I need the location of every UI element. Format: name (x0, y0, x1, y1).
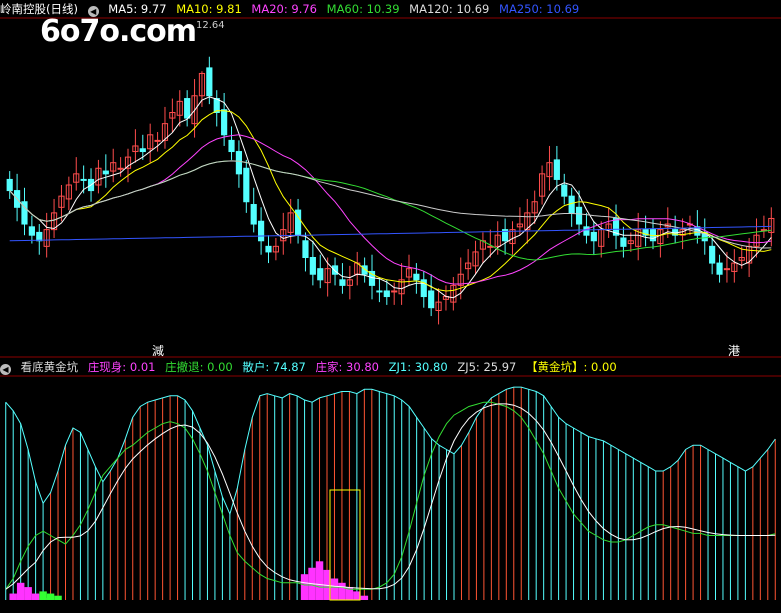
ma250-value: MA250: 10.69 (499, 2, 580, 16)
marker-right: 港 (728, 344, 741, 358)
candle-body (391, 290, 398, 293)
candle-body (139, 148, 146, 153)
candle-body (620, 237, 627, 247)
zhuang-bar (31, 593, 40, 600)
main-chart-header: 岭南控股(日线) ◀ MA5: 9.77 MA10: 9.81 MA20: 9.… (0, 0, 781, 18)
candle-body (228, 139, 235, 153)
watermark-logo: 6o7o.com (40, 14, 197, 49)
candle-body (184, 98, 191, 119)
zhuang-bar (338, 582, 346, 600)
zhuang-bar (300, 574, 309, 600)
candle-body (568, 195, 575, 214)
candle-body (590, 231, 597, 242)
ma5-line (9, 96, 772, 299)
san-hu-value: 散户: 74.87 (242, 360, 306, 374)
candle-body (154, 139, 161, 142)
candle-body (309, 257, 316, 275)
candle-body (716, 262, 723, 275)
zj1-value: ZJ1: 30.80 (388, 360, 448, 374)
ma60-value: MA60: 10.39 (326, 2, 400, 16)
peak-price-label: 12.64 (196, 20, 225, 31)
kline-chart[interactable] (0, 0, 781, 613)
candle-body (258, 220, 265, 242)
candle-body (250, 204, 257, 225)
zhuang-bar (360, 595, 369, 600)
candle-body (206, 67, 213, 97)
zhuang-bar (9, 593, 17, 600)
zhuang-bar (315, 561, 324, 600)
candle-body (221, 109, 228, 136)
green-bar (46, 593, 55, 600)
marker-left: 減 (152, 344, 165, 358)
candle-body (331, 265, 339, 275)
zhuang-bar (24, 587, 32, 600)
zhuang-bar (353, 591, 361, 600)
candle-body (709, 245, 716, 264)
zhuang-bar (16, 582, 25, 600)
candle-body (317, 268, 324, 281)
zj5-line (5, 403, 776, 590)
san-hu-line (5, 386, 776, 516)
candle-body (235, 151, 243, 175)
candle-body (6, 178, 13, 192)
candle-body (575, 206, 583, 225)
zhuang-xian-value: 庄现身: 0.01 (87, 360, 156, 374)
candle-body (428, 290, 435, 309)
candle-body (265, 245, 272, 253)
candle-body (36, 231, 43, 242)
ma-toggle-icon[interactable]: ◀ (87, 6, 99, 17)
ma120-line (9, 160, 772, 249)
candle-body (102, 170, 109, 175)
green-bar (39, 591, 47, 600)
candle-body (80, 178, 87, 181)
candle-body (339, 279, 346, 286)
zhuang-jia-value: 庄家: 30.80 (315, 360, 379, 374)
ma120-value: MA120: 10.69 (409, 2, 490, 16)
candle-body (413, 273, 420, 281)
ma20-value: MA20: 9.76 (251, 2, 317, 16)
stock-name: 岭南控股(日线) (0, 2, 78, 16)
candle-body (302, 240, 309, 258)
zj5-value: ZJ5: 25.97 (457, 360, 517, 374)
zhuang-jia-line (5, 401, 776, 590)
ma10-value: MA10: 9.81 (176, 2, 242, 16)
ma10-line (9, 110, 772, 292)
ma60-line (9, 160, 772, 261)
ma20-line (9, 134, 772, 285)
green-bar (54, 595, 62, 600)
indicator-toggle-icon[interactable]: ◀ (0, 364, 11, 375)
indicator-name: 看底黄金坑 (20, 360, 79, 374)
candle-body (376, 290, 383, 293)
candle-body (383, 290, 390, 298)
candle-body (561, 184, 568, 197)
gold-pit-value: 【黄金坑】: 0.00 (526, 360, 617, 374)
candle-body (553, 159, 560, 180)
ma5-value: MA5: 9.77 (108, 2, 167, 16)
candle-body (723, 268, 731, 271)
candle-body (243, 167, 250, 203)
candle-body (28, 226, 35, 236)
zhuang-bar (330, 578, 339, 600)
zhuang-che-value: 庄撤退: 0.00 (165, 360, 233, 374)
ma250-line (9, 225, 772, 242)
candle-body (117, 167, 124, 170)
indicator-header: ◀ 看底黄金坑 庄现身: 0.01 庄撤退: 0.00 散户: 74.87 庄家… (0, 358, 781, 376)
